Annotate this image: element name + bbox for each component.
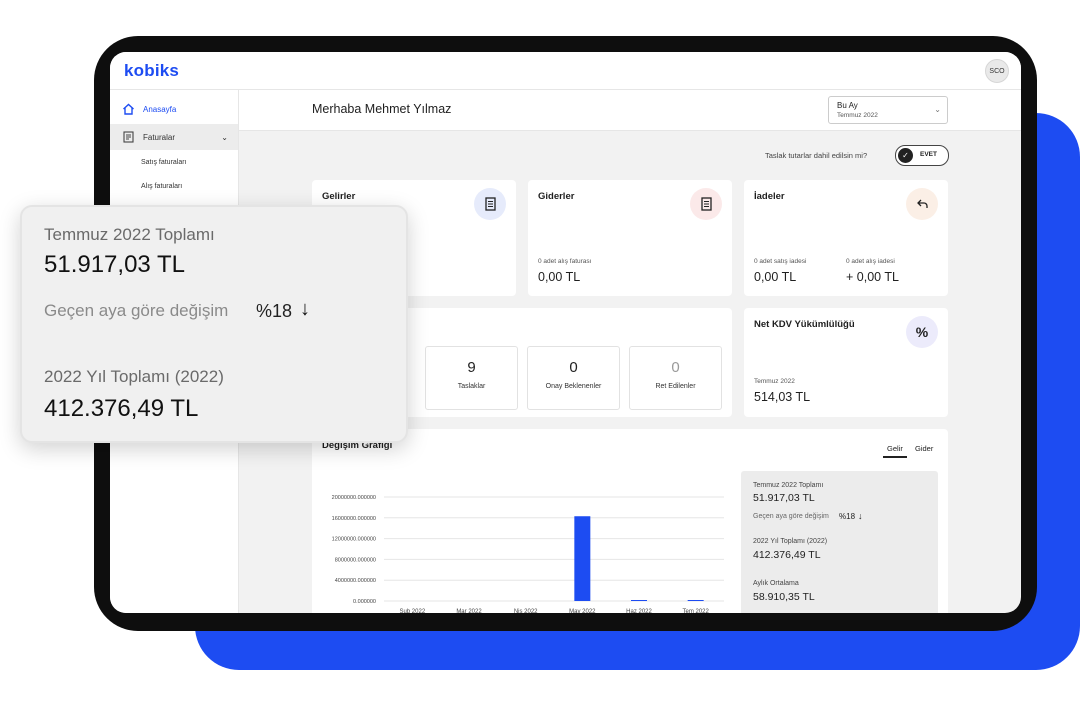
- period-select[interactable]: Bu Ay Temmuz 2022 ⌄: [828, 96, 948, 124]
- vat-card[interactable]: Net KDV Yükümlülüğü % Temmuz 2022 514,03…: [744, 308, 948, 417]
- draft-toggle-label: Taslak tutarlar dahil edilsin mi?: [765, 151, 868, 160]
- receipt-icon: [474, 188, 506, 220]
- change-value: %18: [839, 512, 856, 521]
- stat-value: 0: [671, 359, 680, 376]
- stat-label: Ret Edilenler: [655, 383, 696, 390]
- x-tick-label: May 2022: [569, 609, 596, 613]
- sidebar-subitem-alis[interactable]: Alış faturaları: [141, 183, 182, 190]
- year-total-label: 2022 Yıl Toplamı (2022): [753, 538, 828, 545]
- overlay-change-label: Geçen aya göre değişim: [44, 301, 229, 320]
- x-tick-label: Nis 2022: [514, 609, 538, 613]
- stat-value: 9: [467, 359, 476, 376]
- chevron-down-icon: ⌄: [221, 132, 228, 142]
- returns-card[interactable]: İadeler 0 adet satış iadesi 0,00 TL 0 ad…: [744, 180, 948, 296]
- overlay-month-value: 51.917,03 TL: [44, 251, 186, 278]
- x-tick-label: Şub 2022: [399, 609, 425, 613]
- sidebar-item-faturalar[interactable]: Faturalar ⌄: [110, 124, 238, 150]
- y-tick-label: 0.000000: [353, 599, 376, 605]
- overlay-month-label: Temmuz 2022 Toplamı: [44, 225, 215, 244]
- x-tick-label: Mar 2022: [456, 609, 482, 613]
- home-icon: [121, 102, 135, 116]
- sidebar-item-label: Faturalar: [143, 132, 176, 142]
- stat-box-drafts[interactable]: 9 Taslaklar: [425, 346, 518, 410]
- stat-label: Onay Beklenenler: [545, 383, 602, 390]
- card-note: 0 adet alış iadesi: [846, 258, 895, 265]
- undo-icon: [906, 188, 938, 220]
- overlay-year-value: 412.376,49 TL: [44, 395, 199, 422]
- period-label: Bu Ay: [837, 101, 858, 110]
- year-total-value: 412.376,49 TL: [753, 549, 821, 561]
- check-icon: ✓: [898, 148, 913, 163]
- bar-chart: 20000000.000000 16000000.000000 12000000.0…: [332, 495, 724, 613]
- stat-box-pending[interactable]: 0 Onay Beklenenler: [527, 346, 620, 410]
- avatar[interactable]: SCO: [985, 59, 1009, 83]
- period-value: Temmuz 2022: [837, 112, 878, 119]
- arrow-down-icon: ↓: [858, 511, 863, 521]
- arrow-down-icon: ↓: [300, 298, 310, 320]
- card-note: 0 adet satış iadesi: [754, 258, 807, 265]
- card-amount: + 0,00 TL: [846, 270, 899, 284]
- y-tick-label: 4000000.000000: [335, 578, 376, 584]
- expense-card[interactable]: Giderler 0 adet alış faturası 0,00 TL: [528, 180, 732, 296]
- active-tab-indicator: [883, 456, 907, 458]
- month-total-value: 51.917,03 TL: [753, 492, 815, 504]
- logo[interactable]: kobiks: [124, 61, 179, 81]
- card-title: Gelirler: [322, 191, 356, 202]
- card-amount: 0,00 TL: [538, 270, 581, 284]
- card-title: Net KDV Yükümlülüğü: [754, 319, 855, 330]
- card-title: İadeler: [754, 191, 785, 202]
- card-note: 0 adet alış faturası: [538, 258, 592, 265]
- sidebar-subitem-satis[interactable]: Satış faturaları: [141, 159, 187, 166]
- draft-toggle[interactable]: ✓ EVET: [895, 145, 949, 166]
- y-tick-label: 16000000.000000: [332, 516, 376, 522]
- change-label: Geçen aya göre değişim: [753, 513, 829, 520]
- x-tick-label: Haz 2022: [626, 609, 652, 613]
- card-note: Temmuz 2022: [754, 378, 795, 385]
- tab-gider[interactable]: Gider: [915, 444, 933, 453]
- page-title: Merhaba Mehmet Yılmaz: [312, 102, 452, 116]
- invoice-icon: [121, 130, 135, 144]
- page-header: Merhaba Mehmet Yılmaz Bu Ay Temmuz 2022 …: [239, 90, 1021, 131]
- bar[interactable]: [687, 600, 704, 601]
- top-bar: kobiks SCO: [110, 52, 1021, 90]
- overlay-year-label: 2022 Yıl Toplamı (2022): [44, 367, 224, 386]
- percent-icon: %: [906, 316, 938, 348]
- toggle-state: EVET: [920, 151, 937, 158]
- y-tick-label: 12000000.000000: [332, 537, 376, 543]
- receipt-icon: [690, 188, 722, 220]
- month-total-label: Temmuz 2022 Toplamı: [753, 482, 824, 489]
- tab-gelir[interactable]: Gelir: [887, 444, 903, 453]
- sidebar-item-anasayfa[interactable]: Anasayfa: [110, 96, 238, 122]
- stat-box-rejected[interactable]: 0 Ret Edilenler: [629, 346, 722, 410]
- chevron-down-icon: ⌄: [934, 105, 941, 114]
- stat-label: Taslaklar: [457, 383, 486, 390]
- monthly-average-value: 58.910,35 TL: [753, 591, 815, 603]
- y-tick-label: 8000000.000000: [335, 557, 376, 563]
- summary-overlay-card: Temmuz 2022 Toplamı 51.917,03 TL Geçen a…: [20, 205, 408, 443]
- card-amount: 0,00 TL: [754, 270, 797, 284]
- bar[interactable]: [631, 600, 647, 601]
- card-title: Giderler: [538, 191, 575, 202]
- sidebar-item-label: Anasayfa: [143, 104, 177, 114]
- y-tick-label: 20000000.000000: [332, 495, 376, 501]
- stat-value: 0: [569, 359, 578, 376]
- monthly-average-label: Aylık Ortalama: [753, 580, 799, 587]
- x-tick-label: Tem 2022: [682, 609, 709, 613]
- card-amount: 514,03 TL: [754, 390, 811, 404]
- summary-panel: Temmuz 2022 Toplamı 51.917,03 TL Geçen a…: [741, 471, 938, 613]
- bar[interactable]: [574, 516, 591, 601]
- overlay-change-value: %18: [256, 301, 293, 321]
